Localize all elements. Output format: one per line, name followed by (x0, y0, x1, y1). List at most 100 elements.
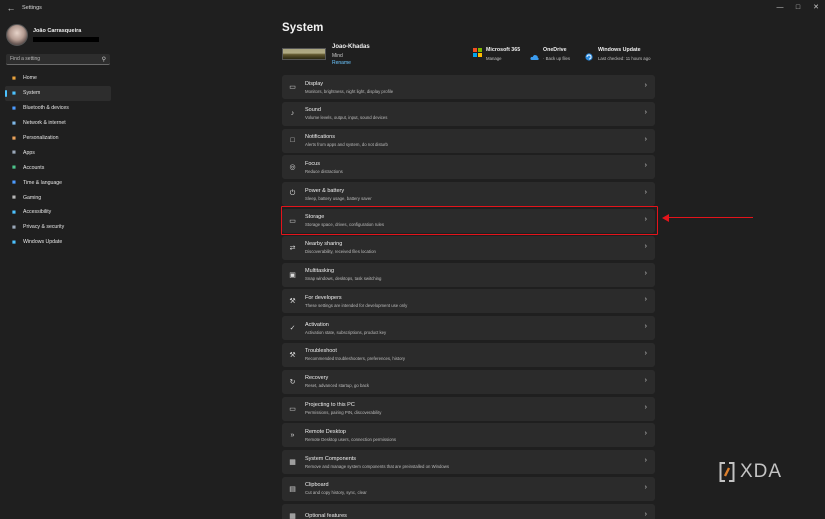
multitasking-icon: ▣ (289, 271, 296, 279)
settings-row-notifications[interactable]: □ Notifications Alerts from apps and syste… (282, 128, 655, 153)
personalization-icon: ■ (12, 134, 16, 142)
chevron-right-icon: › (644, 403, 647, 411)
chevron-right-icon: › (644, 269, 647, 277)
shield-icon: ■ (12, 223, 16, 231)
row-subtitle: Monitors, brightness, night light, displ… (305, 88, 394, 94)
sidebar-item-label: Home (23, 75, 37, 82)
search-icon[interactable]: ⚲ (102, 56, 106, 63)
sidebar-item-bluetooth-devices[interactable]: ■ Bluetooth & devices (5, 101, 111, 116)
sidebar-item-label: System (23, 90, 41, 97)
sidebar-item-network-internet[interactable]: ■ Network & internet (5, 116, 111, 131)
close-icon[interactable]: ✕ (807, 0, 825, 14)
sidebar-item-gaming[interactable]: ■ Gaming (5, 190, 111, 205)
chevron-right-icon: › (644, 483, 647, 491)
settings-row-focus[interactable]: ◎ Focus Reduce distractions › (282, 155, 655, 180)
row-title: Multitasking (305, 268, 335, 275)
settings-row-multitasking[interactable]: ▣ Multitasking Snap windows, desktops, tas… (282, 262, 655, 287)
chevron-right-icon: › (644, 82, 647, 89)
row-subtitle: Remote Desktop users, connection permiss… (305, 436, 396, 442)
sidebar-item-apps[interactable]: ■ Apps (5, 145, 111, 160)
sidebar-item-label: Bluetooth & devices (23, 105, 69, 112)
settings-row-projecting-to-this-pc[interactable]: ▭ Projecting to this PC Permissions, pairi… (282, 396, 655, 421)
row-subtitle: Recommended troubleshooters, preferences… (305, 356, 406, 362)
settings-row-optional-features[interactable]: ▦ Optional features › (282, 503, 655, 519)
row-title: Storage (305, 214, 325, 221)
settings-row-sound[interactable]: ♪ Sound Volume levels, output, input, soun… (282, 101, 655, 126)
settings-row-storage[interactable]: ▭ Storage Storage space, drives, configura… (282, 208, 655, 233)
minimize-icon[interactable]: — (771, 0, 789, 14)
home-icon: ■ (12, 74, 16, 82)
wrench-icon: ⚒ (289, 351, 296, 359)
settings-row-recovery[interactable]: ↻ Recovery Reset, advanced startup, go bac… (282, 369, 655, 394)
developer-icon: ⚒ (289, 298, 296, 306)
chevron-right-icon: › (644, 242, 647, 250)
row-title: Nearby sharing (305, 241, 343, 248)
chevron-right-icon: › (644, 135, 647, 143)
chevron-right-icon: › (644, 296, 647, 304)
settings-row-troubleshoot[interactable]: ⚒ Troubleshoot Recommended troubleshooters… (282, 342, 655, 367)
row-subtitle: Alerts from apps and system, do not dist… (305, 142, 388, 148)
remote-desktop-icon: » (290, 431, 295, 439)
row-title: Clipboard (305, 482, 329, 489)
recovery-icon: ↻ (289, 378, 296, 386)
search-input[interactable]: Find a setting ⚲ (6, 54, 110, 65)
settings-row-display[interactable]: ▭ Display Monitors, brightness, night ligh… (282, 75, 655, 99)
sidebar-item-windows-update[interactable]: ■ Windows Update (5, 235, 111, 250)
settings-row-activation[interactable]: ✓ Activation Activation state, subscriptio… (282, 316, 655, 341)
sidebar-item-accounts[interactable]: ■ Accounts (5, 160, 111, 175)
sidebar: João Carrasqueira Find a setting ⚲ ■ Home… (0, 18, 114, 518)
accounts-icon: ■ (12, 164, 16, 172)
quick-title: OneDrive (543, 47, 567, 53)
row-subtitle: Reduce distractions (305, 168, 343, 174)
row-title: Sound (305, 107, 321, 114)
xda-logo: XDA (719, 461, 782, 483)
chevron-right-icon: › (644, 108, 647, 116)
sidebar-item-label: Accounts (23, 164, 45, 171)
settings-row-nearby-sharing[interactable]: ⇄ Nearby sharing Discoverability, received… (282, 235, 655, 260)
back-arrow-icon[interactable]: ← (4, 1, 18, 15)
row-title: Activation (305, 321, 329, 328)
settings-row-for-developers[interactable]: ⚒ For developers These settings are intend… (282, 289, 655, 314)
time-language-icon: ■ (12, 179, 16, 187)
chevron-right-icon: › (644, 376, 647, 384)
optional-features-icon: ▦ (289, 512, 296, 519)
focus-icon: ◎ (289, 164, 296, 172)
sidebar-item-system[interactable]: ■ System (5, 85, 111, 101)
sidebar-item-privacy-security[interactable]: ■ Privacy & security (5, 220, 111, 235)
projecting-icon: ▭ (289, 405, 296, 413)
rename-link[interactable]: Rename (332, 60, 351, 66)
maximize-icon[interactable]: □ (789, 0, 807, 14)
display-icon: ▭ (289, 84, 296, 91)
row-subtitle: Cut and copy history, sync, clear (305, 490, 367, 496)
power-icon: ⏻ (289, 190, 296, 198)
sidebar-item-personalization[interactable]: ■ Personalization (5, 131, 111, 146)
sidebar-item-accessibility[interactable]: ■ Accessibility (5, 205, 111, 220)
row-subtitle: Snap windows, desktops, task switching (305, 276, 382, 282)
chevron-right-icon: › (644, 510, 647, 518)
gaming-icon: ■ (12, 194, 16, 202)
system-icon: ■ (12, 89, 16, 97)
microsoft-365-tile[interactable]: Microsoft 365 Manage (473, 47, 520, 61)
chevron-right-icon: › (644, 349, 647, 357)
network-icon: ■ (12, 119, 16, 127)
settings-row-system-components[interactable]: ▦ System Components Remove and manage syst… (282, 450, 655, 475)
settings-row-remote-desktop[interactable]: » Remote Desktop Remote Desktop users, con… (282, 423, 655, 448)
chevron-right-icon: › (644, 215, 647, 223)
sidebar-item-label: Apps (23, 149, 35, 156)
onedrive-tile[interactable]: OneDrive · Back up files (530, 47, 570, 61)
redacted-email (33, 36, 99, 42)
sidebar-item-time-language[interactable]: ■ Time & language (5, 175, 111, 190)
profile[interactable]: João Carrasqueira (0, 18, 114, 48)
device-header: Joao-Khadas Mind Rename Microsoft 365 Ma… (282, 44, 655, 68)
row-title: System Components (305, 455, 357, 462)
windows-update-tile[interactable]: Windows Update Last checked: 11 hours ag… (585, 47, 650, 61)
microsoft-365-icon (473, 48, 482, 57)
row-title: Notifications (305, 134, 335, 141)
settings-row-power-battery[interactable]: ⏻ Power & battery Sleep, battery usage, ba… (282, 182, 655, 207)
sidebar-item-home[interactable]: ■ Home (5, 71, 111, 86)
settings-row-clipboard[interactable]: ▤ Clipboard Cut and copy history, sync, cl… (282, 476, 655, 501)
row-title: Troubleshoot (305, 348, 337, 355)
bell-icon: □ (290, 137, 295, 145)
sound-icon: ♪ (290, 110, 295, 118)
sidebar-item-label: Privacy & security (23, 224, 65, 231)
